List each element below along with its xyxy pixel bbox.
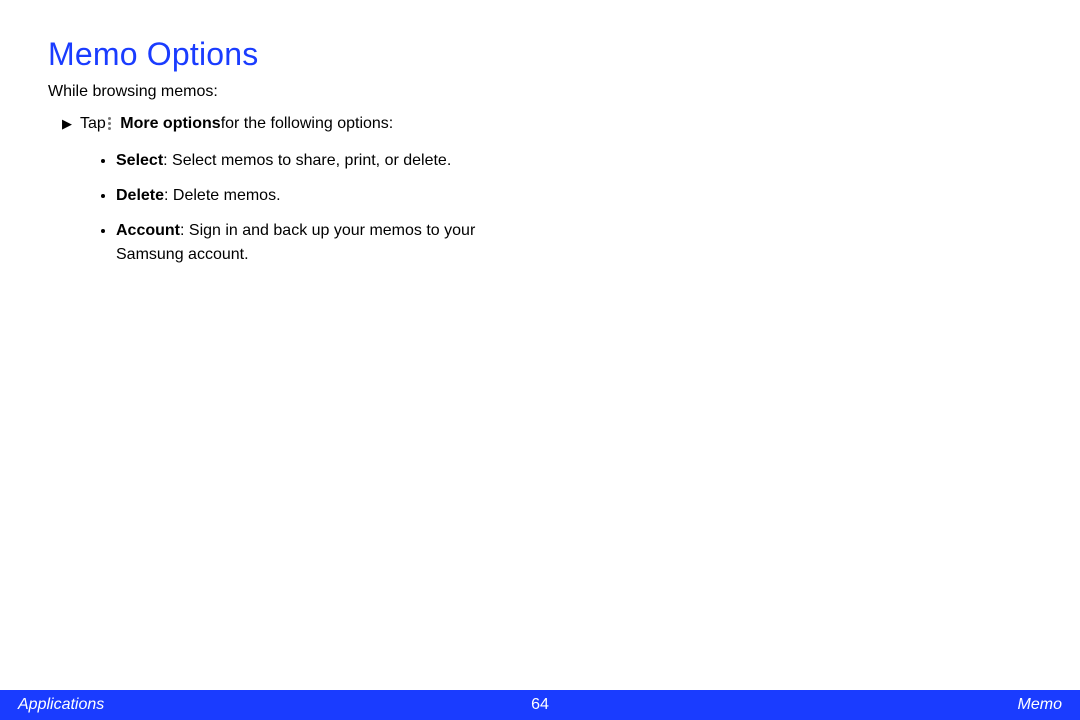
intro-text: While browsing memos:: [48, 83, 512, 101]
option-term: Select: [116, 152, 163, 169]
option-term: Delete: [116, 187, 164, 204]
option-desc: : Delete memos.: [164, 187, 280, 204]
step-prefix: Tap: [80, 115, 106, 133]
list-item: Account: Sign in and back up your memos …: [116, 219, 512, 265]
list-item: Delete: Delete memos.: [116, 184, 512, 207]
option-term: Account: [116, 222, 180, 239]
play-icon: ▶: [62, 117, 72, 130]
footer-section: Applications: [18, 696, 104, 714]
footer-topic: Memo: [1018, 696, 1062, 714]
page-number: 64: [531, 696, 549, 714]
more-options-icon: [108, 116, 112, 131]
option-desc: : Select memos to share, print, or delet…: [163, 152, 451, 169]
step-suffix: for the following options:: [221, 115, 394, 133]
footer-bar: Applications 64 Memo: [0, 690, 1080, 720]
list-item: Select: Select memos to share, print, or…: [116, 149, 512, 172]
instruction-step: ▶ Tap More options for the following opt…: [62, 115, 512, 133]
options-list: Select: Select memos to share, print, or…: [116, 149, 512, 266]
page-title: Memo Options: [48, 36, 512, 73]
step-bold: More options: [120, 115, 220, 133]
